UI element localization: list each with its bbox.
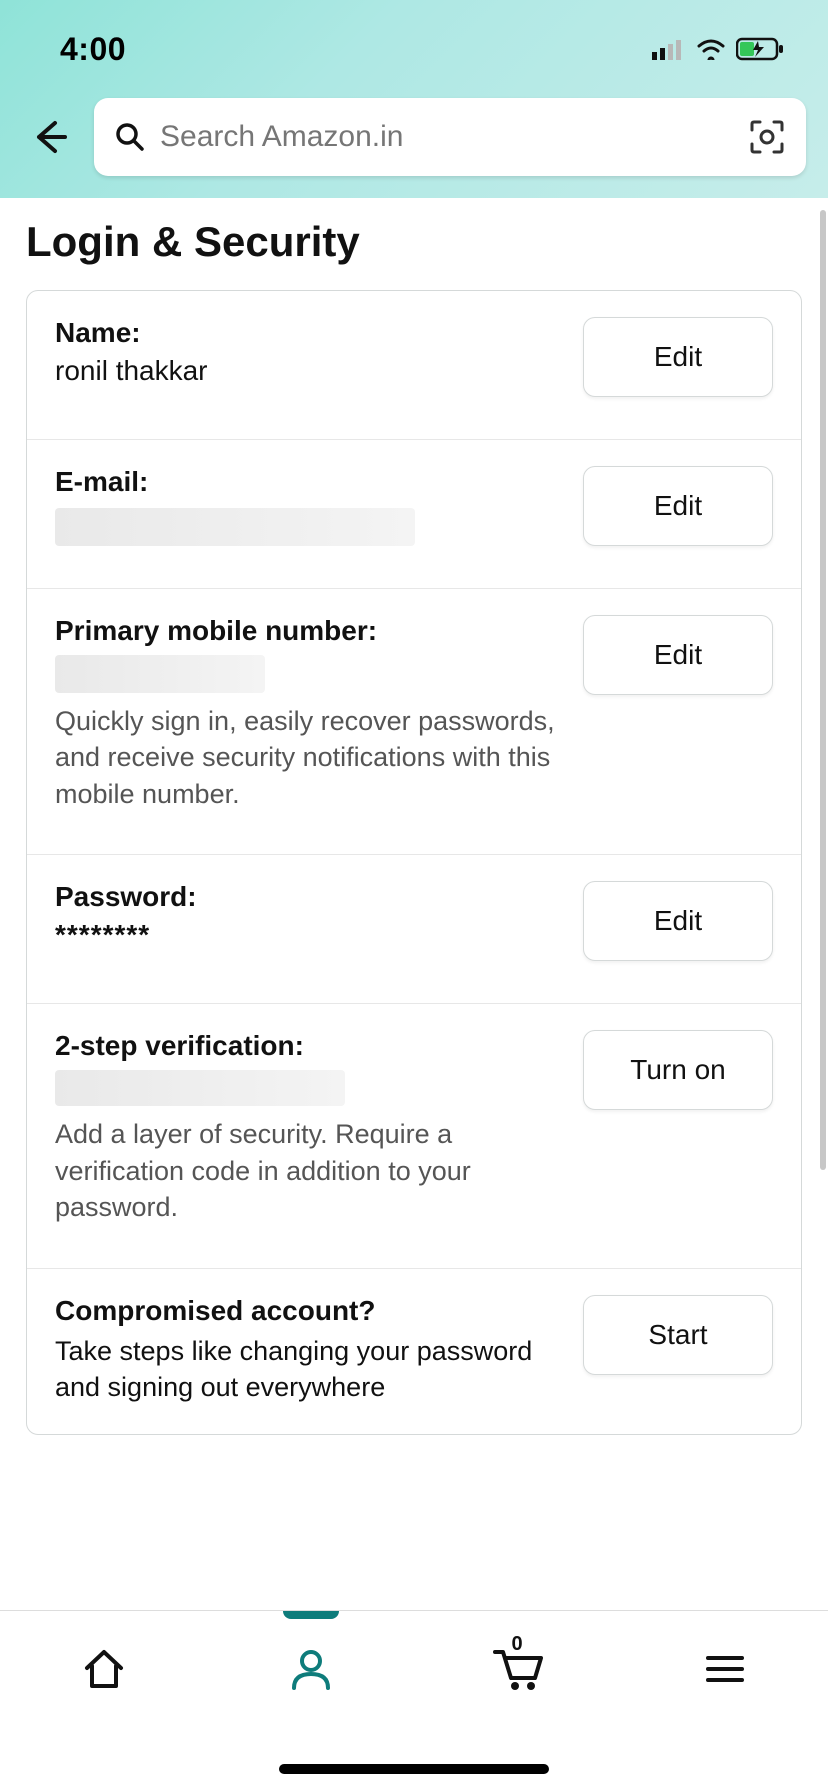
row-name: Name: ronil thakkar Edit xyxy=(27,291,801,440)
compromised-label: Compromised account? xyxy=(55,1295,563,1327)
row-two-step: 2-step verification: Add a layer of secu… xyxy=(27,1004,801,1268)
status-icons xyxy=(652,37,784,61)
email-value-redacted xyxy=(55,508,415,546)
user-icon xyxy=(288,1646,334,1692)
start-compromised-button[interactable]: Start xyxy=(583,1295,773,1375)
bottom-nav: 0 xyxy=(0,1610,828,1792)
row-compromised: Compromised account? Take steps like cha… xyxy=(27,1269,801,1434)
home-icon xyxy=(81,1646,127,1692)
nav-home[interactable] xyxy=(64,1639,144,1699)
search-box[interactable] xyxy=(94,98,806,176)
hamburger-icon xyxy=(704,1652,746,1686)
edit-email-button[interactable]: Edit xyxy=(583,466,773,546)
status-bar: 4:00 xyxy=(0,0,828,84)
home-indicator[interactable] xyxy=(279,1764,549,1774)
nav-active-indicator xyxy=(283,1611,339,1619)
phone-label: Primary mobile number: xyxy=(55,615,563,647)
compromised-description: Take steps like changing your password a… xyxy=(55,1333,563,1406)
nav-account[interactable] xyxy=(271,1639,351,1699)
arrow-left-icon xyxy=(29,117,69,157)
phone-description: Quickly sign in, easily recover password… xyxy=(55,703,563,812)
battery-charging-icon xyxy=(736,37,784,61)
back-button[interactable] xyxy=(22,110,76,164)
edit-phone-button[interactable]: Edit xyxy=(583,615,773,695)
search-icon xyxy=(114,121,146,153)
cellular-icon xyxy=(652,38,686,60)
twostep-label: 2-step verification: xyxy=(55,1030,563,1062)
name-value: ronil thakkar xyxy=(55,355,563,387)
camera-scan-icon[interactable] xyxy=(748,118,786,156)
search-row xyxy=(0,84,828,198)
nav-cart[interactable]: 0 xyxy=(478,1639,558,1699)
search-input[interactable] xyxy=(160,120,734,154)
twostep-description: Add a layer of security. Require a verif… xyxy=(55,1116,563,1225)
row-phone: Primary mobile number: Quickly sign in, … xyxy=(27,589,801,855)
edit-password-button[interactable]: Edit xyxy=(583,881,773,961)
email-label: E-mail: xyxy=(55,466,563,498)
edit-name-button[interactable]: Edit xyxy=(583,317,773,397)
phone-value-redacted xyxy=(55,655,265,693)
scrollbar[interactable] xyxy=(820,210,826,1170)
row-password: Password: ******** Edit xyxy=(27,855,801,1004)
page-title: Login & Security xyxy=(0,198,828,290)
nav-menu[interactable] xyxy=(685,1639,765,1699)
header-region: 4:00 xyxy=(0,0,828,198)
cart-count-badge: 0 xyxy=(512,1633,523,1656)
name-label: Name: xyxy=(55,317,563,349)
password-label: Password: xyxy=(55,881,563,913)
row-email: E-mail: Edit xyxy=(27,440,801,589)
status-time: 4:00 xyxy=(60,31,126,68)
turn-on-twostep-button[interactable]: Turn on xyxy=(583,1030,773,1110)
settings-card: Name: ronil thakkar Edit E-mail: Edit Pr… xyxy=(26,290,802,1435)
password-value: ******** xyxy=(55,919,563,951)
twostep-value-redacted xyxy=(55,1070,345,1106)
wifi-icon xyxy=(696,38,726,60)
